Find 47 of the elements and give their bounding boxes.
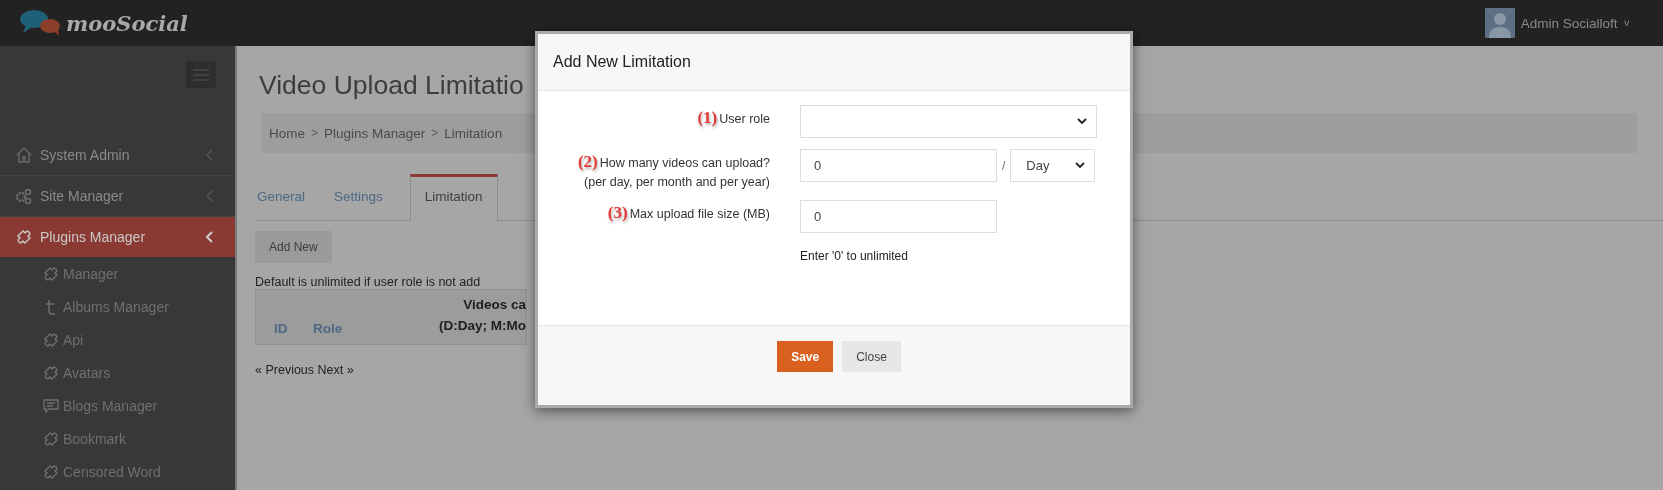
column-heading: Videos ca: [462, 296, 526, 314]
puzzle-icon: [15, 228, 33, 246]
separator-text: /: [1002, 158, 1006, 173]
caret-down-icon: [1075, 162, 1086, 169]
column-heading[interactable]: ID: [274, 321, 313, 336]
period-select[interactable]: Day: [1010, 149, 1096, 182]
help-text: Enter '0' to unlimited: [800, 249, 909, 263]
logo-text[interactable]: mooSocial: [66, 10, 188, 36]
field-label: How many videos can upload?: [599, 156, 770, 170]
caret-icon[interactable]: ˅: [1623, 17, 1630, 29]
step-number: (1): [697, 108, 718, 128]
step-number: (3): [607, 203, 628, 223]
step-number: (2): [577, 152, 598, 172]
field-sublabel: (per day, per month and per year): [583, 175, 770, 189]
note-text: Default is unlimited if user role is not add: [255, 275, 481, 289]
user-role-select[interactable]: [800, 105, 1097, 138]
chevron-icon: [205, 231, 213, 243]
close-button[interactable]: Close: [842, 341, 901, 372]
home-icon: [15, 146, 33, 164]
breadcrumb-link[interactable]: Home: [269, 125, 305, 141]
breadcrumb-link[interactable]: Limitation: [444, 125, 503, 141]
tab[interactable]: General: [255, 174, 319, 220]
caret-down-icon: [1077, 118, 1087, 125]
avatar-icon: [1484, 8, 1515, 38]
dialog-title: Add New Limitation: [553, 53, 691, 71]
field-label: Max upload file size (MB): [629, 207, 770, 221]
pagination-links[interactable]: « Previous Next »: [255, 363, 354, 377]
breadcrumb-link[interactable]: Plugins Manager: [324, 125, 426, 141]
size-input[interactable]: 0: [800, 200, 997, 233]
user-name[interactable]: Admin Socialloft: [1520, 15, 1618, 31]
gears-icon: [15, 187, 33, 205]
chevron-icon: [205, 149, 213, 161]
sidebar-item[interactable]: System Admin: [0, 135, 235, 176]
page-title: Video Upload Limitatio: [259, 70, 524, 101]
tab[interactable]: Settings: [332, 174, 396, 220]
comment-icon: [42, 396, 60, 415]
column-heading[interactable]: Role: [313, 321, 373, 336]
breadcrumb-separator: >: [431, 126, 439, 140]
chevron-icon: [205, 190, 213, 202]
sidebar-item[interactable]: Plugins Manager: [0, 217, 235, 257]
save-button[interactable]: Save: [777, 341, 834, 372]
field-label: User role: [719, 112, 770, 126]
column-heading: (D:Day; M:Mo: [438, 317, 526, 335]
tab[interactable]: Limitation: [409, 174, 498, 221]
breadcrumb-separator: >: [311, 126, 319, 140]
count-input[interactable]: 0: [800, 149, 997, 182]
add-new-button[interactable]: Add New: [255, 231, 332, 263]
